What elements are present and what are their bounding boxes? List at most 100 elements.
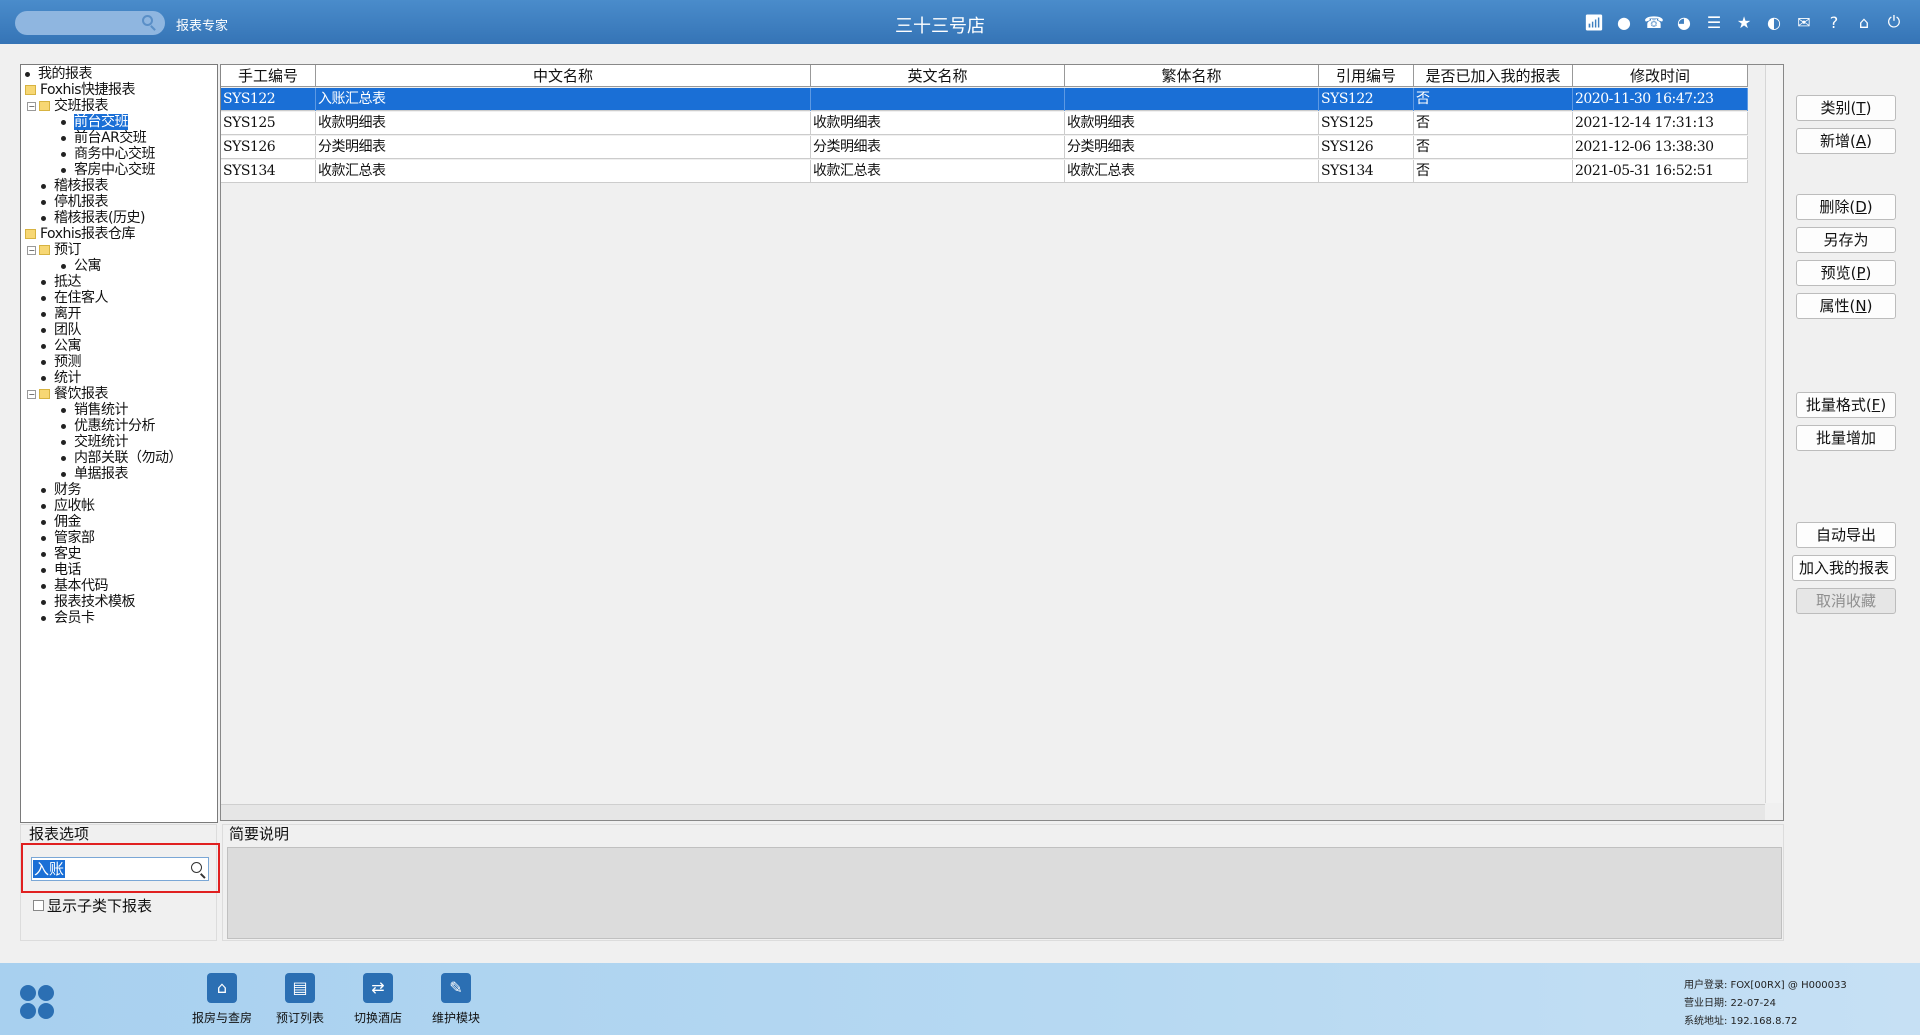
tree-item[interactable]: 内部关联（勿动） [61, 450, 183, 466]
help-icon[interactable]: ? [1822, 11, 1846, 33]
tree-item[interactable]: 稽核报表 [41, 178, 109, 194]
tree-item[interactable]: − 交班报表 [27, 98, 109, 114]
description-text-area[interactable] [227, 847, 1782, 939]
tree-item[interactable]: − 餐饮报表 [27, 386, 109, 402]
table-row[interactable]: SYS125 收款明细表 收款明细表 收款明细表 SYS125 否 2021-12-14 1… [221, 112, 1748, 135]
table-cell: SYS126 [1319, 136, 1414, 159]
tree-item[interactable]: 交班统计 [61, 434, 129, 450]
tree-item[interactable]: 稽核报表(历史) [41, 210, 145, 226]
tree-item[interactable]: 团队 [41, 322, 82, 338]
show-subcategory-checkbox[interactable]: 显示子类下报表 [33, 895, 152, 916]
tree-item[interactable]: 管家部 [41, 530, 95, 546]
tree-item[interactable]: 预测 [41, 354, 82, 370]
tree-item[interactable]: 停机报表 [41, 194, 109, 210]
vertical-scrollbar[interactable] [1765, 65, 1783, 803]
tree-item[interactable]: 佣金 [41, 514, 82, 530]
theme-icon[interactable]: ◐ [1762, 11, 1786, 33]
table-row[interactable]: SYS122 入账汇总表 SYS122 否 2020-11-30 16:47:23 [221, 88, 1748, 111]
preview-button[interactable]: 预览(P) [1796, 260, 1896, 286]
tree-item[interactable]: Foxhis快捷报表 [25, 82, 136, 98]
tree-item[interactable]: 前台AR交班 [61, 130, 147, 146]
switch-icon: ⇄ [363, 973, 393, 1003]
tree-item[interactable]: 前台交班 [61, 113, 129, 131]
collapse-toggle-icon[interactable]: − [27, 245, 36, 255]
home-icon[interactable]: ⌂ [1852, 11, 1876, 33]
tree-item[interactable]: 公寓 [61, 258, 102, 274]
tree-item-label: 前台AR交班 [74, 130, 147, 146]
tree-item[interactable]: 在住客人 [41, 290, 109, 306]
tree-item[interactable]: 单据报表 [61, 466, 129, 482]
table-row[interactable]: SYS126 分类明细表 分类明细表 分类明细表 SYS126 否 2021-12-06 1… [221, 136, 1748, 159]
column-header[interactable]: 引用编号 [1319, 65, 1414, 87]
tree-item[interactable]: 离开 [41, 306, 82, 322]
batch-format-button[interactable]: 批量格式(F) [1796, 392, 1896, 418]
auto-export-button[interactable]: 自动导出 [1796, 522, 1896, 548]
tree-item[interactable]: 销售统计 [61, 402, 129, 418]
bullet-icon [41, 503, 46, 509]
batch-add-button[interactable]: 批量增加 [1796, 425, 1896, 451]
tree-item[interactable]: 优惠统计分析 [61, 418, 156, 434]
report-search-input[interactable]: 入账 [31, 857, 209, 881]
tree-item[interactable]: 报表技术模板 [41, 594, 136, 610]
add-to-my-reports-button[interactable]: 加入我的报表 [1792, 555, 1896, 581]
tree-item[interactable]: 财务 [41, 482, 82, 498]
column-header[interactable]: 英文名称 [811, 65, 1065, 87]
category-button[interactable]: 类别(T) [1796, 95, 1896, 121]
chat-icon[interactable]: ● [1612, 11, 1636, 33]
taskbar-item[interactable]: ⇄ 切换酒店 [338, 973, 418, 1026]
column-header[interactable]: 繁体名称 [1065, 65, 1319, 87]
delete-button[interactable]: 删除(D) [1796, 194, 1896, 220]
tree-item-label: 报表技术模板 [54, 594, 136, 610]
tree-item[interactable]: Foxhis报表仓库 [25, 226, 136, 242]
search-icon[interactable] [191, 862, 202, 873]
tree-item[interactable]: − 预订 [27, 242, 82, 258]
mail-icon[interactable]: ✉ [1792, 11, 1816, 33]
table-row[interactable]: SYS134 收款汇总表 收款汇总表 收款汇总表 SYS134 否 2021-05-31 1… [221, 160, 1748, 183]
collapse-toggle-icon[interactable]: − [27, 101, 36, 111]
bullet-icon [61, 119, 66, 125]
taskbar-item[interactable]: ⌂ 报房与查房 [182, 973, 262, 1026]
bullet-icon [41, 311, 46, 317]
collapse-toggle-icon[interactable]: − [27, 389, 36, 399]
tree-item[interactable]: 客房中心交班 [61, 162, 156, 178]
taskbar-item[interactable]: ✎ 维护模块 [416, 973, 496, 1026]
table-cell: SYS122 [221, 88, 316, 111]
save-as-button[interactable]: 另存为 [1796, 227, 1896, 253]
wifi-icon[interactable]: 📶︎ [1582, 11, 1606, 33]
tree-item-label: 我的报表 [38, 66, 93, 82]
table-cell [1065, 88, 1319, 111]
tree-item[interactable]: 应收帐 [41, 498, 95, 514]
column-header[interactable]: 修改时间 [1573, 65, 1748, 87]
star-icon[interactable]: ★ [1732, 11, 1756, 33]
report-grid[interactable]: 手工编号 中文名称 英文名称 繁体名称 引用编号 是否已加入我的报表 修改时间 SYS122… [220, 64, 1784, 821]
add-button[interactable]: 新增(A) [1796, 128, 1896, 154]
tree-item[interactable]: 客史 [41, 546, 82, 562]
properties-button[interactable]: 属性(N) [1796, 293, 1896, 319]
phone-icon[interactable]: ☎ [1642, 11, 1666, 33]
tree-item[interactable]: 我的报表 [25, 66, 93, 82]
app-logo-icon[interactable] [20, 985, 56, 1021]
tree-item[interactable]: 统计 [41, 370, 82, 386]
bullet-icon [61, 439, 66, 445]
palette-icon[interactable]: ◕ [1672, 11, 1696, 33]
tree-item[interactable]: 抵达 [41, 274, 82, 290]
tree-item[interactable]: 公寓 [41, 338, 82, 354]
column-header[interactable]: 中文名称 [316, 65, 811, 87]
checkbox-box[interactable] [33, 900, 44, 911]
tree-item[interactable]: 商务中心交班 [61, 146, 156, 162]
menu-icon[interactable]: ☰ [1702, 11, 1726, 33]
taskbar-item[interactable]: ▤ 预订列表 [260, 973, 340, 1026]
tree-item[interactable]: 基本代码 [41, 578, 109, 594]
tree-item-label: 商务中心交班 [74, 146, 156, 162]
column-header[interactable]: 手工编号 [221, 65, 316, 87]
taskbar: ⌂ 报房与查房 ▤ 预订列表 ⇄ 切换酒店 ✎ 维护模块 用户登录: FOX[00RX] @ … [0, 963, 1920, 1035]
bullet-icon [61, 423, 66, 429]
tree-item[interactable]: 电话 [41, 562, 82, 578]
column-header[interactable]: 是否已加入我的报表 [1414, 65, 1573, 87]
bullet-icon [61, 471, 66, 477]
power-icon[interactable]: ⏻ [1882, 11, 1906, 33]
horizontal-scrollbar[interactable] [221, 804, 1765, 820]
tree-item[interactable]: 会员卡 [41, 610, 95, 626]
table-cell: 收款明细表 [316, 112, 811, 135]
report-tree[interactable]: 我的报表 Foxhis快捷报表 − 交班报表 前台交班 前台AR交班 商务中心交班 客房中心交… [20, 64, 218, 823]
